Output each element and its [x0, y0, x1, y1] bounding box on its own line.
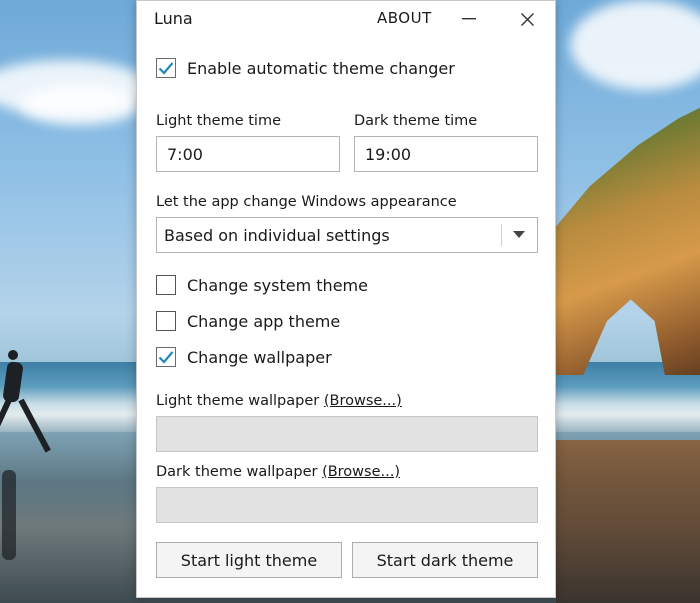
checkmark-icon — [158, 351, 174, 364]
dark-wallpaper-path-field — [156, 487, 538, 523]
app-title: Luna — [154, 9, 193, 28]
light-wallpaper-browse-link[interactable]: (Browse...) — [324, 393, 402, 409]
cloud — [20, 85, 140, 125]
close-icon — [520, 12, 534, 26]
luna-window: Luna ABOUT Enable automatic theme change… — [136, 0, 556, 598]
change-system-theme-label: Change system theme — [187, 275, 368, 295]
runner-head — [8, 350, 18, 360]
change-system-theme-checkbox[interactable] — [156, 275, 176, 295]
minimize-icon — [462, 18, 476, 20]
change-app-theme-checkbox[interactable] — [156, 311, 176, 331]
checkmark-icon — [158, 62, 174, 75]
close-button[interactable] — [507, 4, 547, 34]
light-wallpaper-label: Light theme wallpaper — [156, 393, 320, 409]
about-link[interactable]: ABOUT — [377, 9, 432, 27]
auto-theme-label: Enable automatic theme changer — [187, 58, 455, 78]
dark-time-input[interactable] — [354, 136, 538, 172]
change-wallpaper-toggle[interactable]: Change wallpaper — [156, 345, 332, 369]
dark-wallpaper-label: Dark theme wallpaper — [156, 464, 318, 480]
chevron-down-icon — [513, 231, 525, 238]
title-bar: Luna ABOUT — [137, 1, 555, 37]
dark-wallpaper-row: Dark theme wallpaper (Browse...) — [156, 464, 400, 480]
start-dark-theme-button[interactable]: Start dark theme — [352, 542, 538, 578]
light-wallpaper-path-field — [156, 416, 538, 452]
appearance-selected-value: Based on individual settings — [164, 226, 390, 245]
change-wallpaper-label: Change wallpaper — [187, 347, 332, 367]
cloud — [570, 0, 700, 90]
appearance-dropdown[interactable]: Based on individual settings — [156, 217, 538, 253]
start-light-theme-button[interactable]: Start light theme — [156, 542, 342, 578]
auto-theme-toggle[interactable]: Enable automatic theme changer — [156, 56, 455, 80]
dark-time-label: Dark theme time — [354, 113, 478, 129]
dropdown-divider — [501, 224, 502, 246]
light-time-label: Light theme time — [156, 113, 282, 129]
rock-arch — [556, 105, 700, 375]
minimize-button[interactable] — [449, 4, 489, 34]
auto-theme-checkbox[interactable] — [156, 58, 176, 78]
rock-reflection — [556, 440, 700, 603]
light-time-input[interactable] — [156, 136, 340, 172]
appearance-label: Let the app change Windows appearance — [156, 194, 457, 210]
dark-wallpaper-browse-link[interactable]: (Browse...) — [322, 464, 400, 480]
light-wallpaper-row: Light theme wallpaper (Browse...) — [156, 393, 402, 409]
change-app-theme-toggle[interactable]: Change app theme — [156, 309, 340, 333]
change-system-theme-toggle[interactable]: Change system theme — [156, 273, 368, 297]
change-wallpaper-checkbox[interactable] — [156, 347, 176, 367]
runner-reflection — [2, 470, 16, 560]
change-app-theme-label: Change app theme — [187, 311, 341, 331]
